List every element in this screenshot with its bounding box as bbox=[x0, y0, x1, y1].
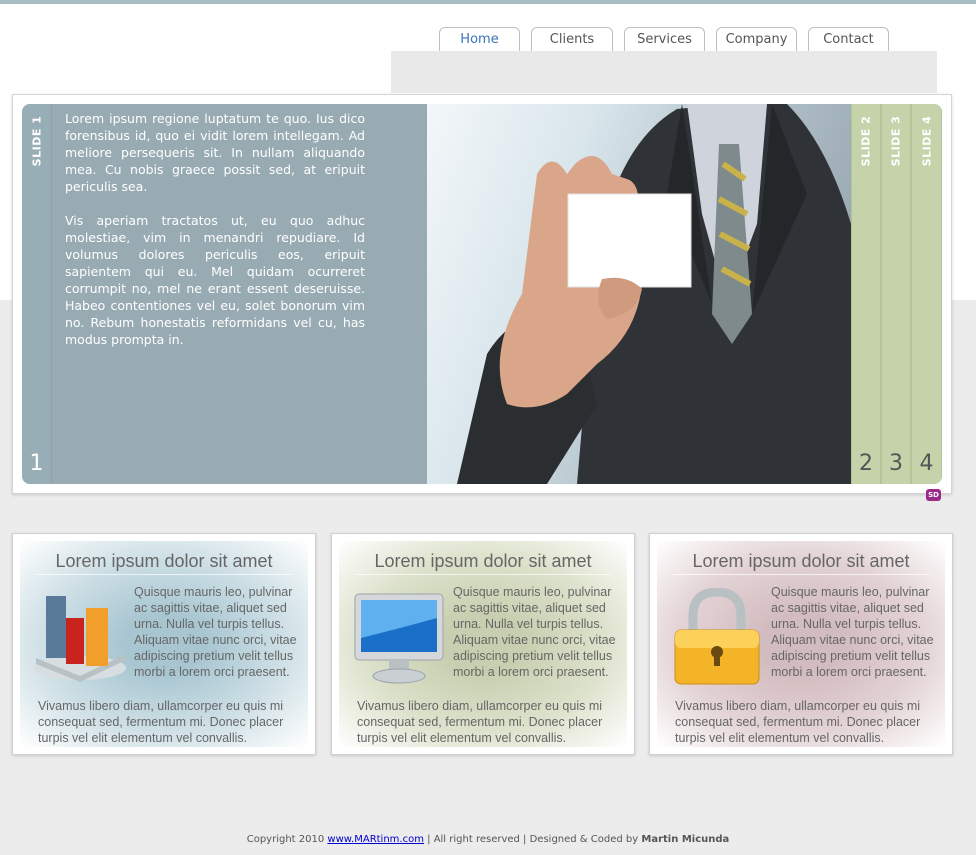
slider-frame: SLIDE 1 1 Lorem ipsum regione luptatum t… bbox=[12, 94, 952, 494]
footer: Copyright 2010 www.MARtinm.com | All rig… bbox=[0, 834, 976, 845]
accordion-slider: SLIDE 1 1 Lorem ipsum regione luptatum t… bbox=[22, 104, 942, 484]
padlock-icon bbox=[669, 587, 765, 688]
nav-tab-services[interactable]: Services bbox=[624, 27, 705, 51]
feature-box-inner: Lorem ipsum dolor sit amet Quisque mauri… bbox=[20, 541, 308, 747]
slide-tab-2[interactable]: SLIDE 2 2 bbox=[851, 104, 881, 484]
box-text: Vivamus libero diam, ullamcorper eu quis… bbox=[675, 699, 921, 745]
slide-tab-number: 3 bbox=[889, 451, 903, 476]
box-text: Vivamus libero diam, ullamcorper eu quis… bbox=[38, 699, 284, 745]
top-accent-line bbox=[0, 0, 976, 4]
slide-tab-number: 2 bbox=[859, 451, 873, 476]
slide-tab-number: 4 bbox=[919, 451, 934, 476]
slide-tab-label: SLIDE 4 bbox=[920, 115, 933, 167]
footer-site-link[interactable]: www.MARtinm.com bbox=[327, 834, 424, 845]
slide-tab-3[interactable]: SLIDE 3 3 bbox=[881, 104, 911, 484]
box-divider bbox=[673, 574, 929, 575]
box-title: Lorem ipsum dolor sit amet bbox=[55, 551, 273, 571]
footer-copyright: Copyright 2010 bbox=[246, 834, 325, 845]
slide-paragraph: Vis aperiam tractatos ut, eu quo adhuc m… bbox=[65, 213, 365, 347]
slide-paragraph: Lorem ipsum regione luptatum te quo. Ius… bbox=[65, 111, 365, 194]
box-title: Lorem ipsum dolor sit amet bbox=[374, 551, 592, 571]
slide-tab-label: SLIDE 2 bbox=[859, 115, 873, 167]
business-card-photo bbox=[427, 104, 851, 484]
feature-box-3: Lorem ipsum dolor sit amet Quisque mauri… bbox=[649, 533, 953, 755]
slide-tab-1[interactable]: SLIDE 1 1 bbox=[22, 104, 52, 484]
main-nav: Home Clients Services Company Contact bbox=[439, 27, 889, 51]
slide-text: Lorem ipsum regione luptatum te quo. Ius… bbox=[65, 110, 365, 365]
feature-box-inner: Lorem ipsum dolor sit amet Quisque mauri… bbox=[657, 541, 945, 747]
box-text: Quisque mauris leo, pulvinar ac sagittis… bbox=[771, 585, 934, 679]
nav-tab-contact[interactable]: Contact bbox=[808, 27, 889, 51]
box-text: Vivamus libero diam, ullamcorper eu quis… bbox=[357, 699, 603, 745]
monitor-icon bbox=[351, 588, 447, 688]
slide-tab-number: 1 bbox=[29, 451, 44, 476]
slide-tab-4[interactable]: SLIDE 4 4 bbox=[911, 104, 942, 484]
box-title: Lorem ipsum dolor sit amet bbox=[692, 551, 910, 571]
box-text: Quisque mauris leo, pulvinar ac sagittis… bbox=[453, 585, 616, 679]
feature-box-1: Lorem ipsum dolor sit amet Quisque mauri… bbox=[12, 533, 316, 755]
box-divider bbox=[36, 574, 292, 575]
slider-brand-logo[interactable]: SD bbox=[926, 489, 941, 501]
footer-credits: | All right reserved | Designed & Coded … bbox=[427, 834, 639, 845]
feature-box-2: Lorem ipsum dolor sit amet Quisque mauri… bbox=[331, 533, 635, 755]
nav-tab-home[interactable]: Home bbox=[439, 27, 520, 51]
slide-tab-label: SLIDE 1 bbox=[30, 115, 43, 167]
nav-tab-company[interactable]: Company bbox=[716, 27, 797, 51]
slide-tab-label: SLIDE 3 bbox=[889, 115, 903, 167]
businessman-illustration bbox=[457, 104, 851, 484]
footer-author: Martin Micunda bbox=[641, 834, 730, 845]
bar-chart-icon bbox=[32, 588, 128, 688]
nav-bar-background bbox=[391, 51, 937, 93]
box-text: Quisque mauris leo, pulvinar ac sagittis… bbox=[134, 585, 297, 679]
feature-box-inner: Lorem ipsum dolor sit amet Quisque mauri… bbox=[339, 541, 627, 747]
box-divider bbox=[355, 574, 611, 575]
nav-tab-clients[interactable]: Clients bbox=[531, 27, 613, 51]
